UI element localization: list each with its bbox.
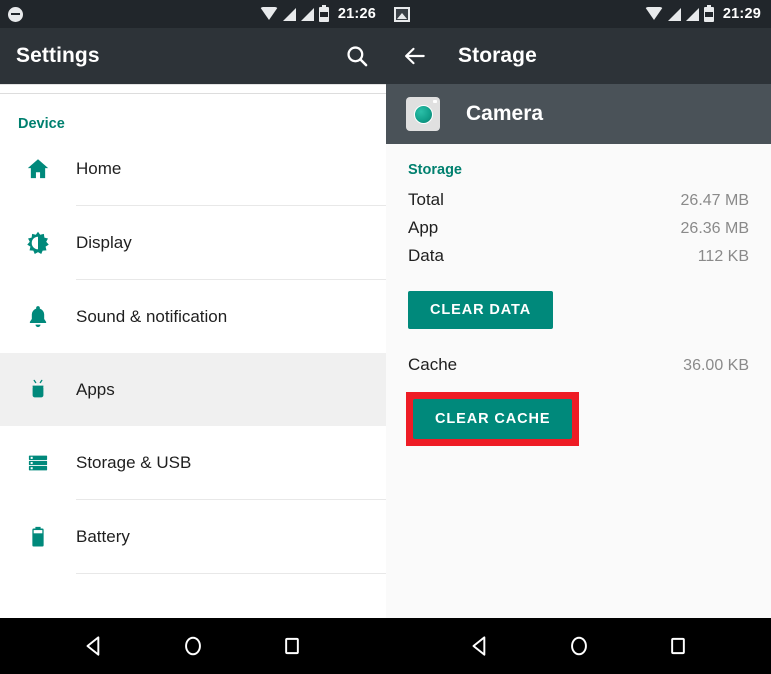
stat-row-total: Total 26.47 MB bbox=[386, 190, 771, 218]
home-circle-icon[interactable] bbox=[180, 633, 206, 659]
settings-app-bar: Settings bbox=[0, 28, 386, 84]
clear-data-button[interactable]: CLEAR DATA bbox=[408, 291, 554, 329]
status-bar-clock: 21:29 bbox=[722, 6, 761, 22]
app-header-camera: Camera bbox=[386, 84, 771, 144]
sidebar-item-display[interactable]: Display bbox=[0, 206, 386, 279]
back-triangle-icon[interactable] bbox=[467, 633, 493, 659]
stat-value: 26.47 MB bbox=[680, 192, 749, 209]
android-icon bbox=[0, 377, 76, 403]
stat-label: App bbox=[408, 218, 439, 237]
clear-cache-button[interactable]: CLEAR CACHE bbox=[413, 399, 573, 439]
app-storage-screen: 21:29 Storage Camera Storage Total 26.47… bbox=[386, 0, 771, 674]
storage-icon bbox=[0, 450, 76, 476]
settings-screen: 21:26 Settings Device Home Display Sound… bbox=[0, 0, 386, 674]
stat-label: Cache bbox=[408, 355, 458, 374]
status-bar-clock: 21:26 bbox=[337, 6, 376, 22]
screenshot-icon bbox=[394, 6, 410, 22]
battery-icon bbox=[0, 524, 76, 550]
signal-icon bbox=[282, 7, 296, 21]
storage-details: Storage Total 26.47 MB App 26.36 MB Data… bbox=[386, 144, 771, 618]
status-bar-right: 21:29 bbox=[386, 0, 771, 28]
stat-value: 112 KB bbox=[697, 248, 749, 265]
sidebar-item-label: Sound & notification bbox=[76, 306, 228, 326]
camera-app-icon bbox=[406, 97, 440, 131]
navigation-bar-right bbox=[386, 618, 771, 674]
back-arrow-icon[interactable] bbox=[402, 43, 458, 69]
page-title: Settings bbox=[16, 44, 100, 67]
wifi-icon bbox=[259, 7, 278, 20]
stat-row-cache: Cache 36.00 KB bbox=[386, 355, 771, 383]
sidebar-item-apps[interactable]: Apps bbox=[0, 353, 386, 426]
back-triangle-icon[interactable] bbox=[81, 633, 107, 659]
clear-cache-highlight-box: CLEAR CACHE bbox=[406, 392, 580, 446]
storage-app-bar: Storage bbox=[386, 28, 771, 84]
recents-square-icon[interactable] bbox=[279, 633, 305, 659]
sidebar-item-home[interactable]: Home bbox=[0, 132, 386, 205]
sidebar-item-label: Home bbox=[76, 158, 122, 178]
section-header-device: Device bbox=[18, 116, 65, 132]
sidebar-item-storage-usb[interactable]: Storage & USB bbox=[0, 426, 386, 499]
home-circle-icon[interactable] bbox=[566, 633, 592, 659]
status-bar-left: 21:26 bbox=[0, 0, 386, 28]
home-icon bbox=[0, 156, 76, 182]
dual-screenshot-composite: 21:26 Settings Device Home Display Sound… bbox=[0, 0, 771, 674]
section-header-storage: Storage bbox=[408, 162, 462, 178]
search-icon[interactable] bbox=[344, 43, 370, 69]
brightness-icon bbox=[0, 230, 76, 256]
signal-icon bbox=[300, 7, 314, 21]
stat-value: 36.00 KB bbox=[683, 357, 749, 374]
recents-square-icon[interactable] bbox=[665, 633, 691, 659]
app-name: Camera bbox=[466, 102, 544, 125]
stat-value: 26.36 MB bbox=[680, 220, 749, 237]
sidebar-item-battery[interactable]: Battery bbox=[0, 500, 386, 573]
clear-data-button-wrap: CLEAR DATA bbox=[386, 274, 771, 329]
stat-label: Data bbox=[408, 246, 444, 265]
wifi-icon bbox=[644, 7, 663, 20]
signal-icon bbox=[685, 7, 699, 21]
navigation-bar-left bbox=[0, 618, 386, 674]
sidebar-item-label: Display bbox=[76, 232, 132, 252]
header-dividers bbox=[0, 84, 386, 94]
do-not-disturb-icon bbox=[8, 6, 23, 22]
signal-icon bbox=[667, 7, 681, 21]
sidebar-item-label: Apps bbox=[76, 379, 115, 399]
battery-icon bbox=[318, 4, 329, 22]
battery-icon bbox=[703, 4, 714, 22]
sidebar-item-sound-notification[interactable]: Sound & notification bbox=[0, 280, 386, 353]
sidebar-item-label: Battery bbox=[76, 526, 130, 546]
stat-row-app: App 26.36 MB bbox=[386, 218, 771, 246]
divider bbox=[76, 573, 386, 574]
settings-list: Home Display Sound & notification Apps S… bbox=[0, 132, 386, 618]
stat-row-data: Data 112 KB bbox=[386, 246, 771, 274]
page-title: Storage bbox=[458, 44, 537, 67]
stat-label: Total bbox=[408, 190, 444, 209]
bell-icon bbox=[0, 304, 76, 330]
cache-section: Cache 36.00 KB CLEAR CACHE bbox=[386, 329, 771, 446]
sidebar-item-label: Storage & USB bbox=[76, 452, 192, 472]
